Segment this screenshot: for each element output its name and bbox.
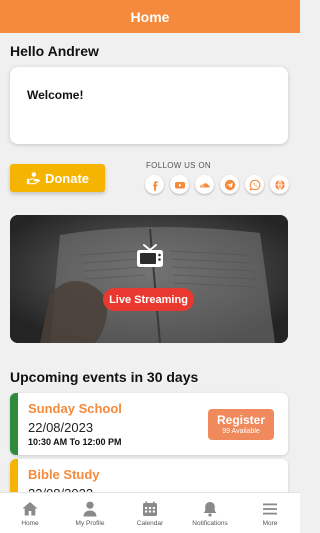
app-header: Home (0, 0, 300, 33)
bell-icon (203, 501, 217, 517)
follow-us-label: FOLLOW US ON (146, 161, 211, 170)
event-color-stripe (10, 393, 18, 455)
menu-icon (263, 503, 277, 514)
nav-item-home[interactable]: Home (0, 493, 60, 533)
upcoming-events-title: Upcoming events in 30 days (10, 369, 199, 385)
nav-item-notifications[interactable]: Notifications (180, 493, 240, 533)
event-time: 10:30 AM To 12:00 PM (28, 437, 122, 447)
facebook-icon (152, 180, 157, 191)
tv-icon (137, 244, 163, 267)
donate-label: Donate (44, 170, 90, 186)
bible-background-image (10, 215, 288, 343)
donate-button[interactable]: Donate (10, 164, 105, 192)
soundcloud-link[interactable] (195, 175, 214, 194)
nav-label: Notifications (192, 519, 228, 527)
facebook-link[interactable] (145, 175, 164, 194)
live-streaming-card[interactable]: Live Streaming (10, 215, 288, 343)
social-links (145, 175, 289, 194)
event-name: Sunday School (28, 401, 122, 416)
telegram-icon (224, 179, 235, 190)
nav-label: More (262, 519, 278, 527)
telegram-link[interactable] (220, 175, 239, 194)
welcome-card: Welcome! (10, 67, 288, 144)
greeting-text: Hello Andrew (10, 43, 99, 59)
event-name: Bible Study (28, 467, 100, 482)
website-link[interactable] (270, 175, 289, 194)
nav-item-calendar[interactable]: Calendar (120, 493, 180, 533)
youtube-icon (174, 181, 185, 188)
nav-label: Home (21, 519, 39, 527)
globe-icon (274, 179, 285, 190)
availability-count: 99 Available (222, 427, 260, 435)
nav-item-my-profile[interactable]: My Profile (60, 493, 120, 533)
nav-label: Calendar (136, 519, 164, 527)
home-icon (22, 501, 38, 515)
calendar-icon (143, 501, 157, 516)
event-card[interactable]: Sunday School 22/08/2023 10:30 AM To 12:… (10, 393, 288, 455)
youtube-link[interactable] (170, 175, 189, 194)
register-button[interactable]: Register 99 Available (208, 409, 274, 440)
nav-item-more[interactable]: More (240, 493, 300, 533)
welcome-message: Welcome! (27, 88, 84, 102)
donate-hand-icon (26, 172, 40, 185)
profile-icon (83, 501, 97, 516)
live-streaming-button[interactable]: Live Streaming (103, 288, 194, 311)
whatsapp-icon (248, 179, 260, 191)
whatsapp-link[interactable] (245, 175, 264, 194)
event-date: 22/08/2023 (28, 420, 94, 435)
register-label: Register (216, 412, 266, 427)
page-title: Home (130, 8, 170, 25)
bottom-nav: Home My Profile Calendar Notifications M… (0, 492, 300, 533)
nav-label: My Profile (75, 519, 105, 527)
soundcloud-icon (199, 182, 210, 187)
